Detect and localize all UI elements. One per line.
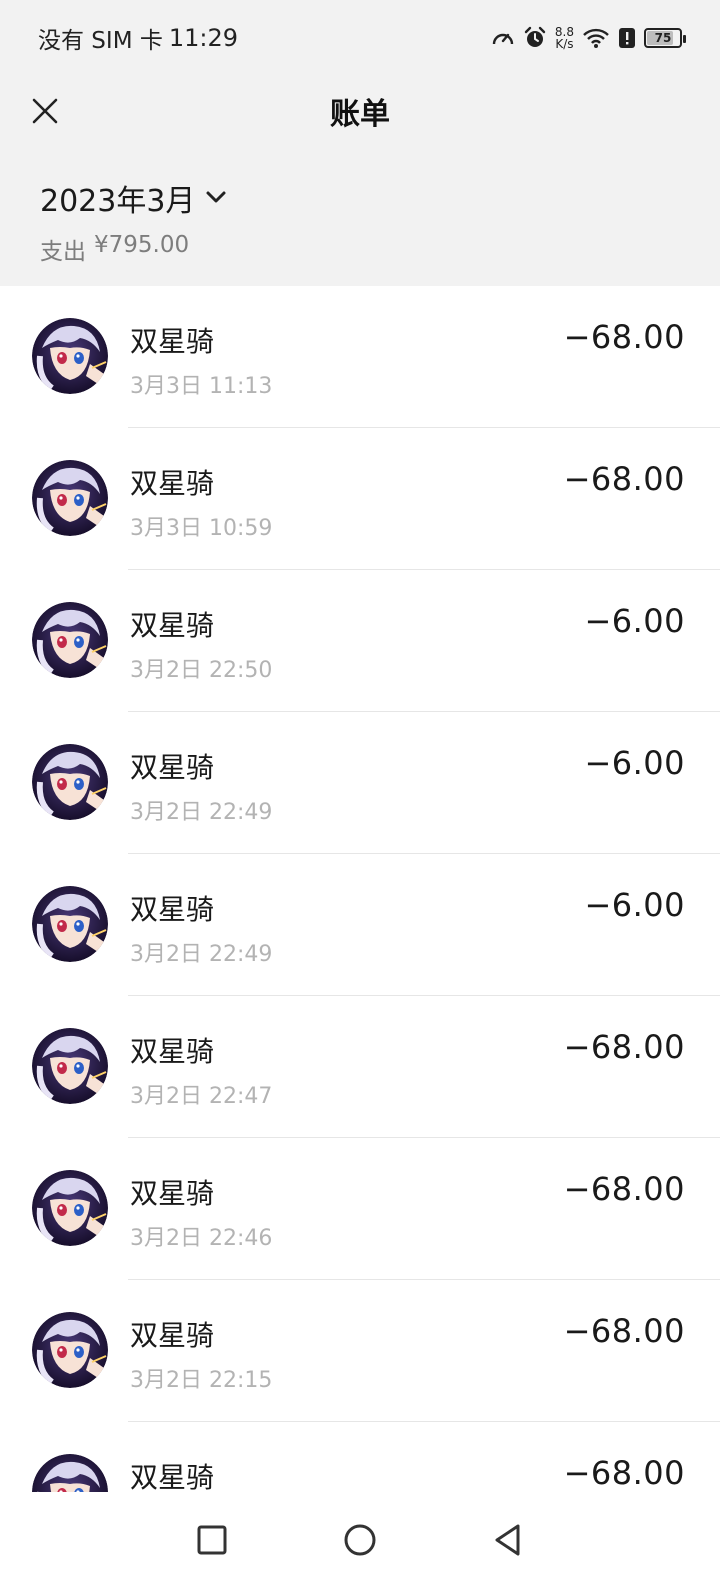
nav-bar: 账单 bbox=[0, 76, 720, 146]
transaction-name: 双星骑 bbox=[130, 609, 215, 642]
transaction-row[interactable]: 双星骑 3月3日 11:13 −68.00 bbox=[0, 286, 720, 428]
transaction-name: 双星骑 bbox=[130, 1319, 215, 1352]
summary-label: 支出 bbox=[40, 239, 86, 265]
avatar bbox=[32, 1312, 108, 1388]
recents-square-icon[interactable] bbox=[138, 1510, 286, 1570]
transaction-time: 3月2日 22:49 bbox=[130, 800, 273, 825]
transaction-time: 3月2日 22:50 bbox=[130, 658, 273, 683]
status-bar: 没有 SIM 卡 11:29 8.8 K/s 75 bbox=[0, 0, 720, 76]
chevron-down-icon bbox=[205, 189, 227, 208]
close-icon[interactable] bbox=[20, 86, 70, 136]
transaction-name: 双星骑 bbox=[130, 1035, 215, 1068]
transaction-row[interactable]: 双星骑 3月2日 22:50 −6.00 bbox=[0, 570, 720, 712]
transaction-amount: −68.00 bbox=[563, 1028, 685, 1066]
transaction-time: 3月2日 22:15 bbox=[130, 1368, 273, 1393]
avatar bbox=[32, 318, 108, 394]
home-circle-icon[interactable] bbox=[286, 1510, 434, 1570]
net-speed: 8.8 K/s bbox=[555, 26, 574, 50]
transaction-name: 双星骑 bbox=[130, 893, 215, 926]
status-time: 11:29 bbox=[168, 24, 239, 52]
transaction-row[interactable]: 双星骑 3月3日 10:59 −68.00 bbox=[0, 428, 720, 570]
battery-icon: 75 bbox=[644, 28, 686, 48]
alarm-icon bbox=[523, 26, 547, 50]
month-header: 2023年3月 支出 ¥795.00 bbox=[0, 146, 720, 286]
transaction-time: 3月3日 11:13 bbox=[130, 374, 273, 399]
summary-amount: ¥795.00 bbox=[94, 232, 190, 258]
transaction-time: 3月2日 22:49 bbox=[130, 942, 273, 967]
transaction-name: 双星骑 bbox=[130, 1461, 215, 1494]
transaction-amount: −68.00 bbox=[563, 1312, 685, 1350]
status-right: 8.8 K/s 75 bbox=[491, 26, 686, 50]
month-selector[interactable]: 2023年3月 bbox=[40, 176, 680, 220]
avatar bbox=[32, 460, 108, 536]
transaction-amount: −6.00 bbox=[584, 744, 685, 782]
month-summary: 支出 ¥795.00 bbox=[40, 232, 680, 266]
transaction-row[interactable]: 双星骑 3月2日 22:46 −68.00 bbox=[0, 1138, 720, 1280]
avatar bbox=[32, 744, 108, 820]
transaction-amount: −68.00 bbox=[563, 1170, 685, 1208]
transaction-time: 3月3日 10:59 bbox=[130, 516, 273, 541]
transaction-name: 双星骑 bbox=[130, 751, 215, 784]
transaction-name: 双星骑 bbox=[130, 467, 215, 500]
bill-screen: 没有 SIM 卡 11:29 8.8 K/s 75 账单 2023年3月 支出 … bbox=[0, 0, 720, 1588]
back-triangle-icon[interactable] bbox=[434, 1510, 582, 1570]
transaction-amount: −68.00 bbox=[563, 1454, 685, 1492]
transaction-row[interactable]: 双星骑 3月2日 22:49 −6.00 bbox=[0, 854, 720, 996]
transaction-row[interactable]: 双星骑 3月2日 22:49 −6.00 bbox=[0, 712, 720, 854]
speedometer-icon bbox=[491, 27, 515, 49]
transaction-list: 双星骑 3月3日 11:13 −68.00 双星骑 3月3日 10:59 −68… bbox=[0, 286, 720, 1564]
avatar bbox=[32, 1170, 108, 1246]
system-nav-bar bbox=[0, 1492, 720, 1588]
carrier-text: 没有 SIM 卡 bbox=[38, 28, 163, 54]
avatar bbox=[32, 602, 108, 678]
transaction-amount: −6.00 bbox=[584, 886, 685, 924]
transaction-row[interactable]: 双星骑 3月2日 22:15 −68.00 bbox=[0, 1280, 720, 1422]
month-label: 2023年3月 bbox=[40, 184, 196, 219]
transaction-amount: −6.00 bbox=[584, 602, 685, 640]
net-speed-unit: K/s bbox=[555, 37, 574, 51]
transaction-amount: −68.00 bbox=[563, 318, 685, 356]
alert-icon bbox=[618, 27, 636, 49]
wifi-icon bbox=[582, 27, 610, 49]
status-left: 没有 SIM 卡 11:29 bbox=[38, 21, 238, 55]
transaction-name: 双星骑 bbox=[130, 1177, 215, 1210]
transaction-time: 3月2日 22:46 bbox=[130, 1226, 273, 1251]
transaction-amount: −68.00 bbox=[563, 460, 685, 498]
page-title: 账单 bbox=[330, 97, 390, 132]
transaction-row[interactable]: 双星骑 3月2日 22:47 −68.00 bbox=[0, 996, 720, 1138]
avatar bbox=[32, 886, 108, 962]
transaction-time: 3月2日 22:47 bbox=[130, 1084, 273, 1109]
avatar bbox=[32, 1028, 108, 1104]
transaction-name: 双星骑 bbox=[130, 325, 215, 358]
battery-level: 75 bbox=[654, 31, 672, 45]
